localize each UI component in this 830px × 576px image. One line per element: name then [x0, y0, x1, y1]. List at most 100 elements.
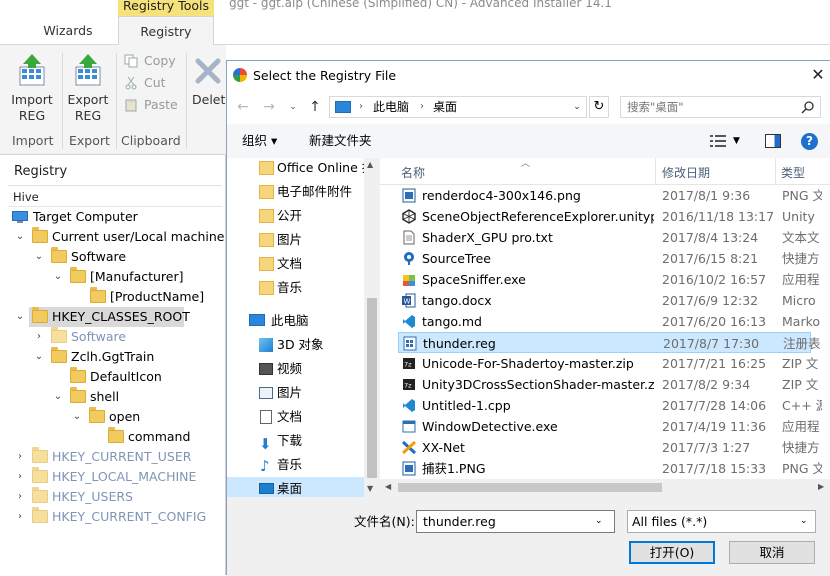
search-input[interactable]	[625, 98, 795, 116]
file-row[interactable]: SceneObjectReferenceExplorer.unityp... 2…	[398, 206, 815, 227]
chevron-right-icon[interactable]: ›	[33, 327, 45, 347]
nav-item-documents[interactable]: 文档	[227, 252, 364, 276]
forward-arrow-icon[interactable]: →	[259, 96, 279, 118]
file-row[interactable]: SourceTree 2017/6/15 8:21 快捷方	[398, 248, 820, 269]
cut-button[interactable]: Cut	[124, 74, 166, 92]
view-dropdown-chevron-icon[interactable]: ▼	[733, 124, 740, 158]
file-row[interactable]: Untitled-1.cpp 2017/7/28 14:06 C++ 源	[398, 395, 822, 416]
nav-item-3d-objects[interactable]: 3D 对象	[227, 333, 364, 357]
chevron-down-icon[interactable]: ⌄	[800, 511, 808, 532]
file-row[interactable]: W tango.docx 2017/6/9 12:32 Micro	[398, 290, 816, 311]
recent-locations-chevron-icon[interactable]: ⌄	[283, 96, 303, 118]
import-reg-button[interactable]: Import REG	[6, 49, 58, 129]
app-logo-icon	[233, 68, 247, 82]
up-arrow-icon[interactable]: ↑	[305, 96, 325, 118]
scrollbar-thumb[interactable]	[398, 483, 662, 492]
address-bar[interactable]: › 此电脑 › 桌面 ⌄	[329, 96, 587, 118]
help-icon[interactable]: ?	[801, 133, 818, 150]
nav-item-email-attachments[interactable]: 电子邮件附件	[227, 180, 364, 204]
nav-item-public[interactable]: 公开	[227, 204, 364, 228]
tab-registry[interactable]: Registry	[118, 16, 214, 46]
chevron-down-icon[interactable]: ⌄	[33, 347, 45, 367]
file-row[interactable]: tango.md 2017/6/20 16:13 Marko	[398, 311, 820, 332]
filename-combobox[interactable]: ⌄	[416, 510, 615, 533]
file-row[interactable]: SpaceSniffer.exe 2016/10/2 16:57 应用程	[398, 269, 820, 290]
chevron-down-icon[interactable]: ⌄	[71, 407, 83, 427]
back-arrow-icon[interactable]: ←	[233, 96, 253, 118]
nav-item-documents-pc[interactable]: 文档	[227, 405, 364, 429]
file-row-selected[interactable]: thunder.reg 2017/8/7 17:30 注册表	[398, 332, 821, 353]
filename-label: 文件名(N):	[354, 514, 415, 529]
organize-button[interactable]: 组织 ▾	[242, 124, 277, 158]
refresh-button[interactable]: ↻	[589, 96, 609, 118]
tab-wizards[interactable]: Wizards	[28, 16, 108, 45]
chevron-down-icon[interactable]: ⌄	[568, 97, 586, 117]
scrollbar-thumb[interactable]	[367, 298, 377, 478]
paste-button[interactable]: Paste	[124, 96, 178, 114]
chevron-right-icon[interactable]: ›	[14, 467, 26, 487]
tree-item-label: Software	[71, 329, 127, 344]
copy-button[interactable]: Copy	[124, 52, 176, 70]
new-folder-button[interactable]: 新建文件夹	[309, 124, 372, 158]
file-type: 注册表	[783, 336, 821, 351]
zip-icon: 7z	[403, 358, 415, 369]
scroll-up-arrow-icon[interactable]: ▲	[367, 160, 373, 169]
chevron-right-icon[interactable]: ›	[14, 507, 26, 527]
scroll-left-arrow-icon[interactable]: ◀	[385, 482, 391, 491]
view-options-icon[interactable]	[710, 135, 726, 147]
breadcrumb-separator-icon[interactable]: ›	[420, 97, 424, 117]
breadcrumb-separator-icon[interactable]: ›	[359, 97, 363, 117]
chevron-down-icon[interactable]: ⌄	[33, 247, 45, 267]
scroll-down-arrow-icon[interactable]: ▼	[367, 484, 373, 493]
nav-pane-scrollbar[interactable]: ▲ ▼	[364, 158, 380, 497]
zip-icon: 7z	[403, 379, 415, 390]
filetype-value: All files (*.*)	[632, 514, 708, 529]
nav-item-this-pc[interactable]: 此电脑	[227, 309, 364, 333]
chevron-down-icon[interactable]: ⌄	[595, 511, 603, 532]
filename-input[interactable]	[421, 513, 591, 530]
preview-pane-icon[interactable]	[765, 134, 781, 148]
search-box[interactable]	[620, 96, 821, 118]
column-separator[interactable]	[655, 158, 656, 185]
open-button[interactable]: 打开(O)	[629, 541, 715, 564]
nav-item-videos[interactable]: 视频	[227, 357, 364, 381]
chevron-down-icon[interactable]: ⌄	[52, 387, 64, 407]
puzzle-icon	[403, 275, 415, 286]
group-label-export: Export	[69, 133, 110, 148]
hive-column-header[interactable]: Hive	[8, 187, 222, 207]
breadcrumb-this-pc[interactable]: 此电脑	[373, 97, 409, 117]
file-row[interactable]: ShaderX_GPU pro.txt 2017/8/4 13:24 文本文	[398, 227, 820, 248]
chevron-down-icon[interactable]: ⌄	[14, 307, 26, 327]
breadcrumb-desktop[interactable]: 桌面	[433, 97, 457, 117]
file-row[interactable]: WindowDetective.exe 2017/4/19 11:36 应用程	[398, 416, 820, 437]
nav-item-music-pc[interactable]: ♪ 音乐	[227, 453, 364, 477]
delete-button[interactable]: Delete	[190, 49, 226, 129]
close-icon[interactable]: ✕	[805, 61, 830, 90]
chevron-down-icon[interactable]: ⌄	[14, 227, 26, 247]
file-row[interactable]: 7z Unity3DCrossSectionShader-master.zip …	[398, 374, 818, 395]
context-tab-registry-tools[interactable]: Registry Tools	[118, 0, 214, 16]
file-type: 文本文	[782, 230, 820, 245]
file-list-horizontal-scrollbar[interactable]: ◀ ▶	[380, 479, 830, 497]
nav-item-music[interactable]: 音乐	[227, 276, 364, 300]
chevron-right-icon[interactable]: ›	[14, 447, 26, 467]
export-reg-button[interactable]: Export REG	[64, 49, 112, 129]
file-name: SpaceSniffer.exe	[422, 272, 526, 287]
scroll-right-arrow-icon[interactable]: ▶	[818, 482, 824, 491]
nav-item-pictures-pc[interactable]: 图片	[227, 381, 364, 405]
column-separator[interactable]	[775, 158, 776, 185]
nav-item-pictures[interactable]: 图片	[227, 228, 364, 252]
nav-item-office-online[interactable]: Office Online 扩	[227, 158, 374, 180]
file-row[interactable]: 7z Unicode-For-Shadertoy-master.zip 2017…	[398, 353, 818, 374]
nav-item-downloads[interactable]: ⬇ 下载	[227, 429, 364, 453]
chevron-right-icon[interactable]: ›	[14, 487, 26, 507]
file-row[interactable]: XX-Net 2017/7/3 1:27 快捷方	[398, 437, 820, 458]
filetype-select[interactable]: All files (*.*) ⌄	[627, 510, 816, 533]
chevron-down-icon[interactable]: ⌄	[52, 267, 64, 287]
file-row[interactable]: renderdoc4-300x146.png 2017/8/1 9:36 PNG…	[398, 185, 822, 206]
folder-icon	[259, 281, 274, 295]
nav-item-desktop[interactable]: 桌面	[227, 477, 364, 497]
cancel-button[interactable]: 取消	[729, 541, 815, 564]
pc-icon	[249, 314, 265, 326]
file-row[interactable]: 捕获1.PNG 2017/7/18 15:33 PNG 文	[398, 458, 822, 479]
